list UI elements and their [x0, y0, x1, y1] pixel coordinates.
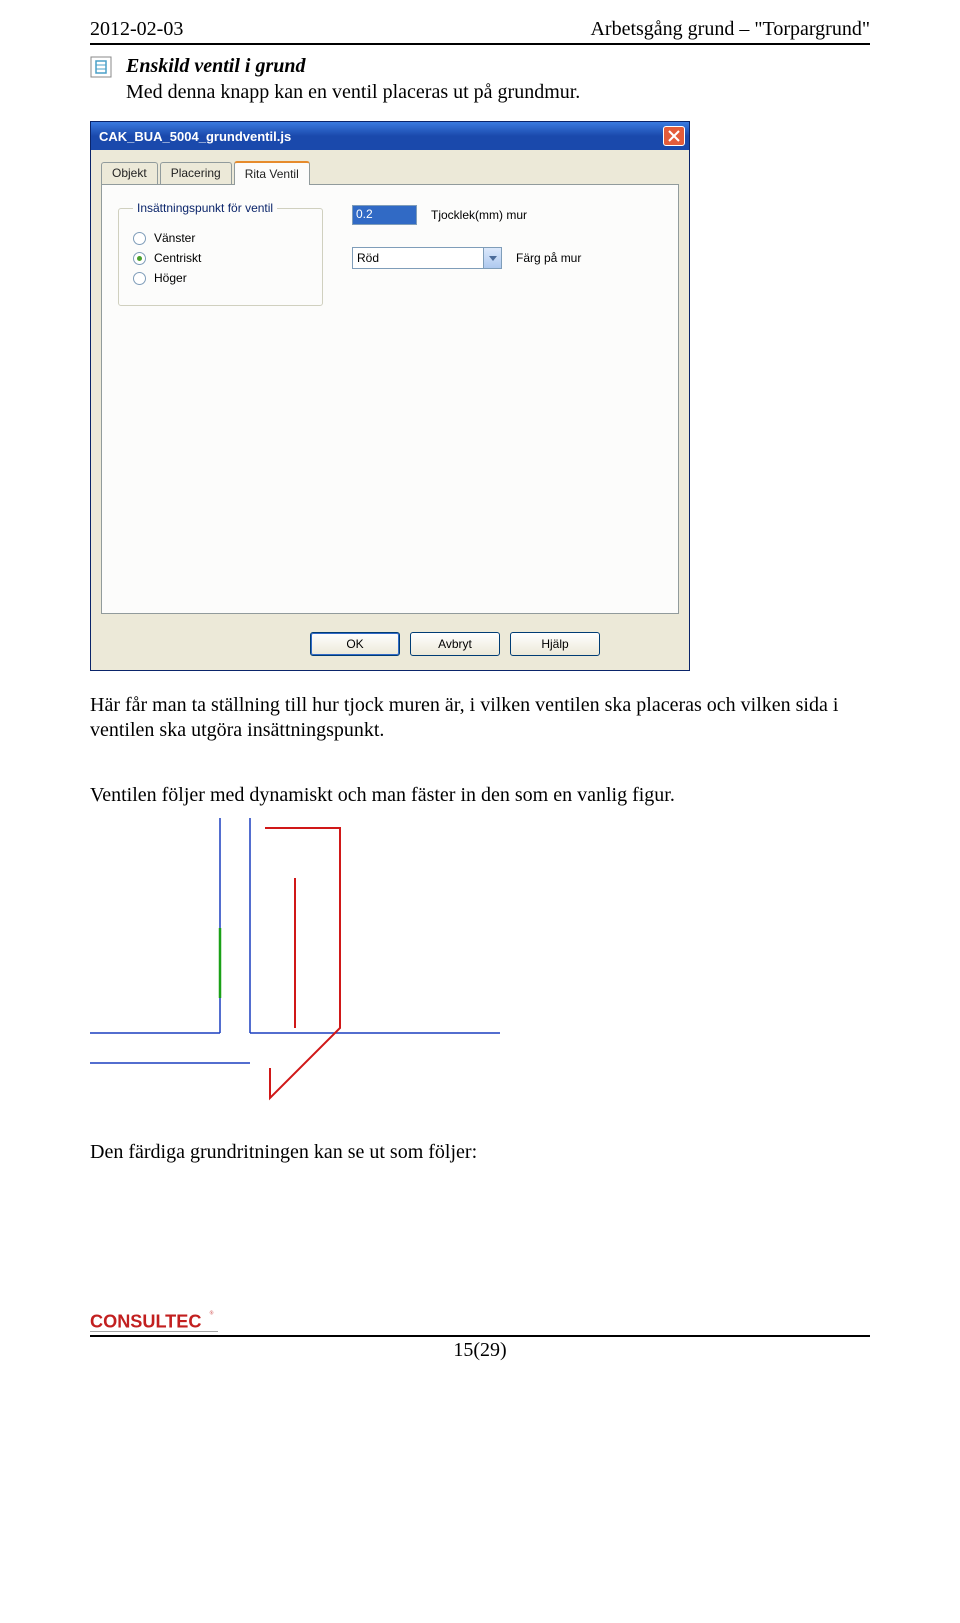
- tabpanel: Insättningspunkt för ventil Vänster Cent…: [101, 184, 679, 614]
- thickness-label: Tjocklek(mm) mur: [431, 208, 527, 222]
- logo-text-svg: CONSULTEC: [90, 1311, 201, 1331]
- paragraph-dynamic: Ventilen följer med dynamiskt och man fä…: [90, 783, 870, 808]
- dialog-buttons: OK Avbryt Hjälp: [221, 624, 689, 670]
- color-combo[interactable]: Röd: [352, 247, 502, 269]
- ok-button[interactable]: OK: [310, 632, 400, 656]
- titlebar[interactable]: CAK_BUA_5004_grundventil.js: [91, 122, 689, 150]
- ventil-drawing: [90, 818, 500, 1118]
- tab-objekt[interactable]: Objekt: [101, 162, 158, 184]
- radio-label: Centriskt: [154, 251, 201, 265]
- thickness-input[interactable]: 0.2: [352, 205, 417, 225]
- svg-text:®: ®: [209, 1310, 213, 1317]
- thickness-row: 0.2 Tjocklek(mm) mur: [352, 205, 581, 225]
- header-row: 2012-02-03 Arbetsgång grund – "Torpargru…: [90, 18, 870, 41]
- color-row: Röd Färg på mur: [352, 247, 581, 269]
- tabstrip: Objekt Placering Rita Ventil: [101, 158, 689, 184]
- section-heading: Enskild ventil i grund: [126, 55, 306, 78]
- insertion-point-group: Insättningspunkt för ventil Vänster Cent…: [118, 201, 323, 306]
- vent-tool-icon: [90, 56, 112, 78]
- color-label: Färg på mur: [516, 251, 581, 265]
- radio-icon: [133, 252, 146, 265]
- right-fields: 0.2 Tjocklek(mm) mur Röd Färg på mur: [352, 205, 581, 291]
- paragraph-after-dialog: Här får man ta ställning till hur tjock …: [90, 693, 870, 743]
- combo-button[interactable]: [483, 248, 501, 268]
- radio-icon: [133, 232, 146, 245]
- radio-label: Höger: [154, 271, 187, 285]
- page: 2012-02-03 Arbetsgång grund – "Torpargru…: [0, 0, 960, 1382]
- dialog-window: CAK_BUA_5004_grundventil.js Objekt Place…: [90, 121, 690, 671]
- radio-vanster[interactable]: Vänster: [133, 231, 308, 245]
- group-legend: Insättningspunkt för ventil: [133, 201, 277, 215]
- chevron-down-icon: [489, 256, 497, 261]
- close-icon: [667, 129, 681, 143]
- section-header: Enskild ventil i grund: [90, 55, 870, 78]
- page-number: 15(29): [453, 1339, 506, 1362]
- paragraph-final: Den färdiga grundritningen kan se ut som…: [90, 1140, 870, 1165]
- radio-label: Vänster: [154, 231, 195, 245]
- close-button[interactable]: [663, 126, 685, 146]
- section-intro: Med denna knapp kan en ventil placeras u…: [126, 80, 870, 105]
- cancel-button[interactable]: Avbryt: [410, 632, 500, 656]
- divider-top: [90, 43, 870, 45]
- titlebar-text: CAK_BUA_5004_grundventil.js: [99, 129, 663, 144]
- document-title: Arbetsgång grund – "Torpargrund": [590, 18, 870, 41]
- radio-icon: [133, 272, 146, 285]
- tab-placering[interactable]: Placering: [160, 162, 232, 184]
- page-footer: CONSULTEC ® 15(29): [90, 1335, 870, 1362]
- tab-rita-ventil[interactable]: Rita Ventil: [234, 161, 310, 185]
- help-button[interactable]: Hjälp: [510, 632, 600, 656]
- consultec-logo: CONSULTEC ®: [90, 1303, 250, 1344]
- color-value: Röd: [357, 251, 379, 265]
- page-date: 2012-02-03: [90, 18, 183, 41]
- radio-centriskt[interactable]: Centriskt: [133, 251, 308, 265]
- radio-hoger[interactable]: Höger: [133, 271, 308, 285]
